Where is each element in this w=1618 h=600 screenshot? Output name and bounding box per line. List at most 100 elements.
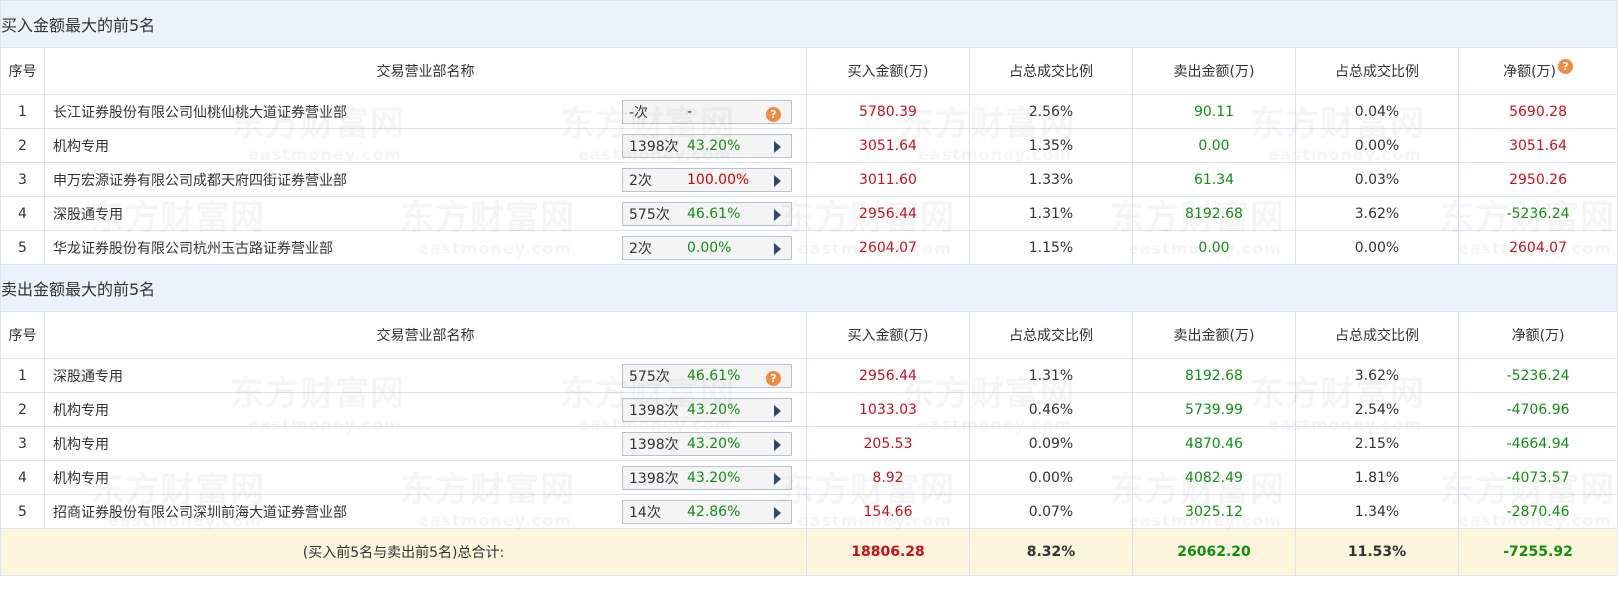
list-count: -次	[629, 104, 649, 121]
branch-stat-box[interactable]: 2次 100.00%	[622, 167, 792, 192]
header-buy-amount: 买入金额(万)	[806, 311, 970, 359]
sell-ratio: 1.81%	[1295, 460, 1459, 495]
branch-name[interactable]: 华龙证券股份有限公司杭州玉古路证券营业部	[53, 238, 333, 258]
branch-stat-box[interactable]: 14次 42.86%	[622, 499, 792, 524]
buy-ratio: 1.33%	[969, 162, 1133, 197]
table-row: 3 申万宏源证券有限公司成都天府四街证券营业部 2次 100.00% 3011.60 1.…	[0, 162, 1618, 197]
win-rate: 43.20%	[687, 469, 741, 486]
row-seq: 4	[0, 460, 45, 495]
play-arrow-icon[interactable]	[774, 472, 781, 485]
sell-amount: 5739.99	[1132, 392, 1296, 427]
header-sell-ratio: 占总成交比例	[1295, 311, 1459, 359]
branch-name[interactable]: 长江证券股份有限公司仙桃仙桃大道证券营业部	[53, 102, 347, 122]
net-amount: 2604.07	[1457, 230, 1618, 265]
branch-stat-box[interactable]: -次 -?	[622, 99, 792, 124]
sell-section: 卖出金额最大的前5名 序号 交易营业部名称 买入金额(万) 占总成交比例 卖出金…	[0, 264, 1618, 529]
play-arrow-icon[interactable]	[774, 208, 781, 221]
sell-ratio: 2.54%	[1295, 392, 1459, 427]
sell-amount: 61.34	[1132, 162, 1296, 197]
win-rate: -	[687, 103, 693, 120]
net-amount: 2950.26	[1457, 162, 1618, 197]
buy-ratio: 1.15%	[969, 230, 1133, 265]
buy-ratio: 0.00%	[969, 460, 1133, 495]
buy-section-title: 买入金额最大的前5名	[0, 0, 1618, 48]
play-arrow-icon[interactable]	[774, 506, 781, 519]
branch-name[interactable]: 机构专用	[53, 468, 109, 488]
table-row: 3 机构专用 1398次 43.20% 205.53 0.09% 4870.46 2.15% -…	[0, 426, 1618, 461]
header-buy-ratio: 占总成交比例	[969, 47, 1133, 95]
header-seq: 序号	[0, 47, 45, 95]
play-arrow-icon[interactable]	[774, 438, 781, 451]
header-sell-ratio: 占总成交比例	[1295, 47, 1459, 95]
sell-ratio: 0.03%	[1295, 162, 1459, 197]
buy-ratio: 2.56%	[969, 94, 1133, 129]
branch-name[interactable]: 深股通专用	[53, 366, 123, 386]
branch-name[interactable]: 机构专用	[53, 434, 109, 454]
sell-ratio: 3.62%	[1295, 358, 1459, 393]
table-row: 4 机构专用 1398次 43.20% 8.92 0.00% 4082.49 1.81% -40…	[0, 460, 1618, 495]
total-label: (买入前5名与卖出前5名)总合计:	[0, 528, 807, 576]
play-arrow-icon[interactable]	[774, 242, 781, 255]
row-seq: 5	[0, 494, 45, 529]
sell-ratio: 1.34%	[1295, 494, 1459, 529]
table-row: 1 长江证券股份有限公司仙桃仙桃大道证券营业部 -次 -? 5780.39 2.56% 90…	[0, 94, 1618, 129]
branch-name[interactable]: 机构专用	[53, 136, 109, 156]
branch-name[interactable]: 申万宏源证券有限公司成都天府四街证券营业部	[53, 170, 347, 190]
branch-stat-box[interactable]: 1398次 43.20%	[622, 465, 792, 490]
sell-amount: 0.00	[1132, 128, 1296, 163]
list-count: 1398次	[629, 402, 679, 419]
branch-stat-box[interactable]: 1398次 43.20%	[622, 133, 792, 158]
buy-amount: 205.53	[806, 426, 970, 461]
table-row: 1 深股通专用 575次 46.61%? 2956.44 1.31% 8192.68 3.62…	[0, 358, 1618, 393]
branch-stat-box[interactable]: 2次 0.00%	[622, 235, 792, 260]
sell-amount: 4082.49	[1132, 460, 1296, 495]
total-sell-ratio: 11.53%	[1295, 528, 1459, 576]
header-sell-amount: 卖出金额(万)	[1132, 311, 1296, 359]
win-rate: 42.86%	[687, 503, 741, 520]
row-seq: 1	[0, 358, 45, 393]
row-seq: 3	[0, 426, 45, 461]
dragon-tiger-table: 买入金额最大的前5名 序号 交易营业部名称 买入金额(万) 占总成交比例 卖出金…	[0, 0, 1618, 576]
list-count: 575次	[629, 206, 670, 223]
branch-name[interactable]: 深股通专用	[53, 204, 123, 224]
buy-amount: 5780.39	[806, 94, 970, 129]
net-amount: 5690.28	[1457, 94, 1618, 129]
header-seq: 序号	[0, 311, 45, 359]
branch-name[interactable]: 机构专用	[53, 400, 109, 420]
buy-amount: 2956.44	[806, 196, 970, 231]
question-mark-icon[interactable]: ?	[766, 106, 781, 122]
sell-ratio: 2.15%	[1295, 426, 1459, 461]
table-row: 2 机构专用 1398次 43.20% 1033.03 0.46% 5739.99 2.54%…	[0, 392, 1618, 427]
branch-stat-box[interactable]: 575次 46.61%?	[622, 363, 792, 388]
buy-ratio: 0.46%	[969, 392, 1133, 427]
table-row: 2 机构专用 1398次 43.20% 3051.64 1.35% 0.00 0.00% 305…	[0, 128, 1618, 163]
branch-stat-box[interactable]: 1398次 43.20%	[622, 397, 792, 422]
buy-ratio: 1.35%	[969, 128, 1133, 163]
list-count: 2次	[629, 172, 652, 189]
header-net-amount: 净额(万)	[1457, 311, 1618, 359]
play-arrow-icon[interactable]	[774, 174, 781, 187]
net-amount: -5236.24	[1457, 358, 1618, 393]
play-arrow-icon[interactable]	[774, 140, 781, 153]
branch-stat-box[interactable]: 1398次 43.20%	[622, 431, 792, 456]
question-mark-icon[interactable]: ?	[1558, 59, 1574, 74]
play-arrow-icon[interactable]	[774, 404, 781, 417]
sell-ratio: 0.00%	[1295, 230, 1459, 265]
sell-amount: 0.00	[1132, 230, 1296, 265]
sell-amount: 3025.12	[1132, 494, 1296, 529]
win-rate: 43.20%	[687, 137, 741, 154]
branch-name[interactable]: 招商证券股份有限公司深圳前海大道证券营业部	[53, 502, 347, 522]
net-amount: -4706.96	[1457, 392, 1618, 427]
list-count: 1398次	[629, 436, 679, 453]
net-amount: -5236.24	[1457, 196, 1618, 231]
buy-amount: 2956.44	[806, 358, 970, 393]
list-count: 1398次	[629, 470, 679, 487]
sell-ratio: 3.62%	[1295, 196, 1459, 231]
row-seq: 5	[0, 230, 45, 265]
total-buy-ratio: 8.32%	[969, 528, 1133, 576]
table-row: 4 深股通专用 575次 46.61% 2956.44 1.31% 8192.68 3.62%…	[0, 196, 1618, 231]
header-net-amount: 净额(万)?	[1457, 47, 1618, 95]
branch-stat-box[interactable]: 575次 46.61%	[622, 201, 792, 226]
question-mark-icon[interactable]: ?	[766, 370, 781, 386]
buy-amount: 154.66	[806, 494, 970, 529]
